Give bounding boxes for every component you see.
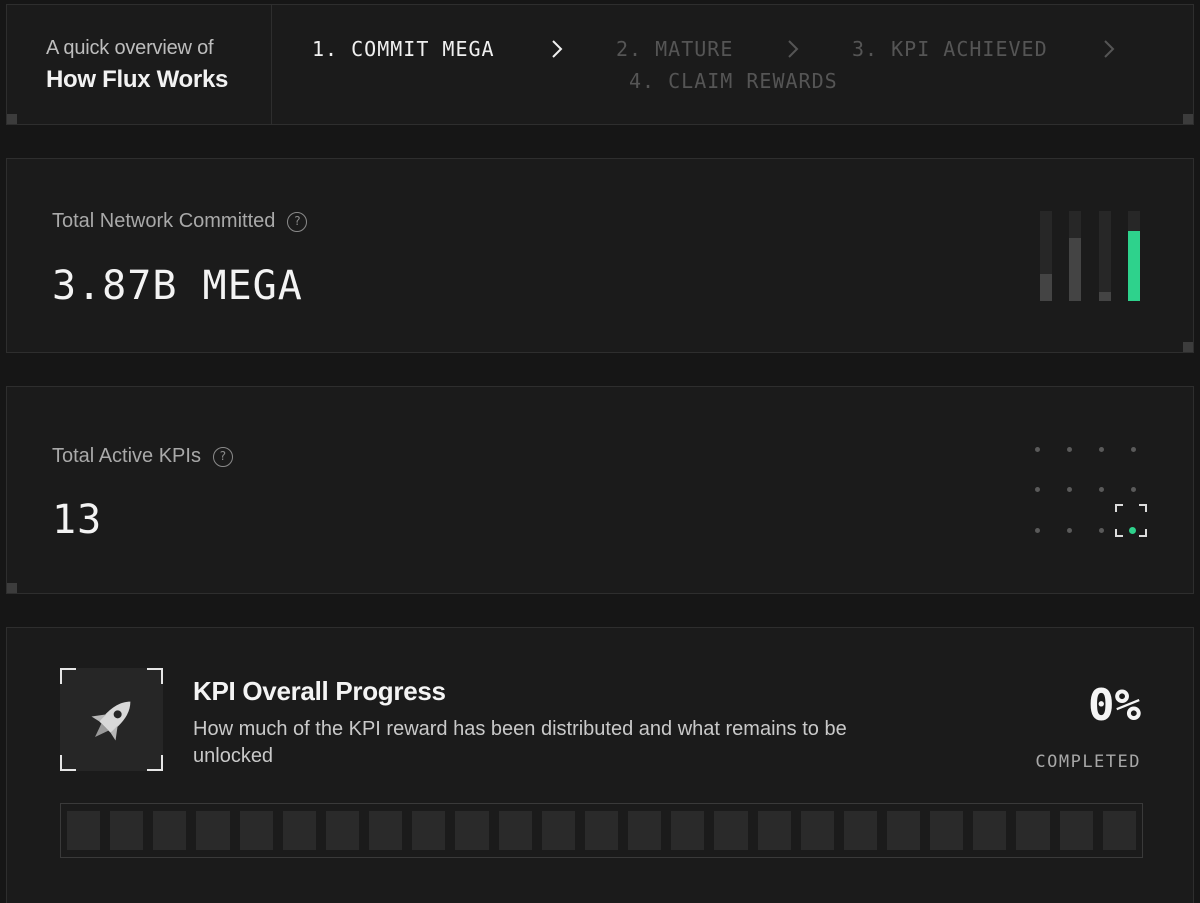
total-active-kpis-card: Total Active KPIs ? 13: [6, 386, 1194, 594]
grid-dot: [1099, 528, 1104, 533]
chevron-right-icon: [785, 39, 801, 59]
kpi-progress-bar: [60, 803, 1143, 858]
grid-dot: [1035, 528, 1040, 533]
rocket-icon-frame: [60, 668, 163, 771]
chevron-right-icon: [549, 39, 565, 59]
progress-segment: [800, 811, 834, 850]
kpis-label-text: Total Active KPIs: [52, 445, 201, 467]
active-grid-dot: [1129, 527, 1136, 534]
progress-segment: [584, 811, 619, 850]
progress-segment: [455, 811, 489, 850]
progress-segment: [325, 811, 360, 850]
kpi-progress-description: How much of the KPI reward has been dist…: [193, 718, 847, 767]
level-bar-fill: [1128, 230, 1140, 301]
focus-bracket: [1139, 504, 1147, 512]
level-bar: [1040, 211, 1052, 301]
frame-corner: [147, 668, 163, 684]
level-bar-fill: [1040, 274, 1052, 301]
progress-segment: [757, 811, 791, 850]
overview-heading: A quick overview of How Flux Works: [7, 5, 272, 124]
frame-corner: [60, 668, 76, 684]
corner-marker: [7, 114, 17, 124]
progress-segment: [239, 811, 273, 850]
progress-segment: [196, 811, 230, 850]
frame-corner: [60, 755, 76, 771]
progress-segment: [843, 811, 877, 850]
progress-segment: [67, 811, 101, 850]
progress-segment: [628, 811, 662, 850]
grid-dot: [1067, 487, 1072, 492]
grid-dot: [1131, 447, 1136, 452]
progress-segment: [886, 811, 921, 850]
step-claim-rewards[interactable]: 4. CLAIM REWARDS: [629, 69, 838, 93]
grid-dot: [1067, 447, 1072, 452]
progress-segment: [1016, 811, 1050, 850]
rocket-icon: [91, 701, 131, 741]
committed-label-text: Total Network Committed: [52, 210, 276, 232]
level-bar: [1128, 211, 1140, 301]
grid-dot: [1131, 487, 1136, 492]
kpi-dots-grid-visual: [1030, 439, 1150, 549]
grid-dot: [1035, 487, 1040, 492]
progress-segment: [671, 811, 705, 850]
focus-bracket: [1139, 529, 1147, 537]
completed-label: COMPLETED: [1035, 752, 1141, 772]
step-mature[interactable]: 2. MATURE: [616, 37, 733, 61]
focus-bracket: [1115, 529, 1123, 537]
progress-segment: [1059, 811, 1093, 850]
kpi-progress-title: KPI Overall Progress: [193, 676, 446, 706]
level-bar-fill: [1099, 292, 1111, 301]
overview-title: How Flux Works: [46, 66, 229, 93]
level-bar: [1069, 211, 1081, 301]
completion-percent: 0%: [1088, 680, 1141, 731]
progress-segment: [110, 811, 144, 850]
total-network-committed-label: Total Network Committed ?: [52, 210, 308, 233]
level-bar-fill: [1069, 238, 1081, 301]
level-bar: [1099, 211, 1111, 301]
question-circle-icon[interactable]: ?: [287, 211, 308, 232]
total-network-committed-card: Total Network Committed ? 3.87B MEGA: [6, 158, 1194, 353]
how-flux-works-card: A quick overview of How Flux Works 1. CO…: [6, 4, 1194, 125]
progress-segment: [714, 811, 748, 850]
corner-marker: [1183, 342, 1193, 352]
progress-segment: [930, 811, 964, 850]
progress-segment: [412, 811, 446, 850]
grid-dot: [1067, 528, 1072, 533]
frame-corner: [147, 755, 163, 771]
chevron-right-icon: [1101, 39, 1117, 59]
corner-marker: [7, 583, 17, 593]
total-active-kpis-label: Total Active KPIs ?: [52, 445, 233, 468]
kpi-overall-progress-card: KPI Overall Progress How much of the KPI…: [6, 627, 1194, 903]
progress-segment: [973, 811, 1007, 850]
overview-subtitle: A quick overview of: [46, 37, 214, 59]
grid-dot: [1099, 487, 1104, 492]
progress-segment: [498, 811, 532, 850]
progress-segment: [282, 811, 316, 850]
grid-dot: [1035, 447, 1040, 452]
focus-bracket: [1115, 504, 1123, 512]
grid-dot: [1099, 447, 1104, 452]
step-commit-mega[interactable]: 1. COMMIT MEGA: [312, 37, 495, 61]
progress-segment: [1102, 811, 1136, 850]
committed-bars-visual: [1040, 211, 1145, 301]
progress-segment: [153, 811, 187, 850]
question-circle-icon[interactable]: ?: [212, 446, 233, 467]
progress-segment: [541, 811, 575, 850]
total-active-kpis-value: 13: [52, 497, 103, 543]
corner-marker: [1183, 114, 1193, 124]
step-kpi-achieved[interactable]: 3. KPI ACHIEVED: [852, 37, 1048, 61]
progress-segment: [369, 811, 403, 850]
total-network-committed-value: 3.87B MEGA: [52, 263, 303, 309]
